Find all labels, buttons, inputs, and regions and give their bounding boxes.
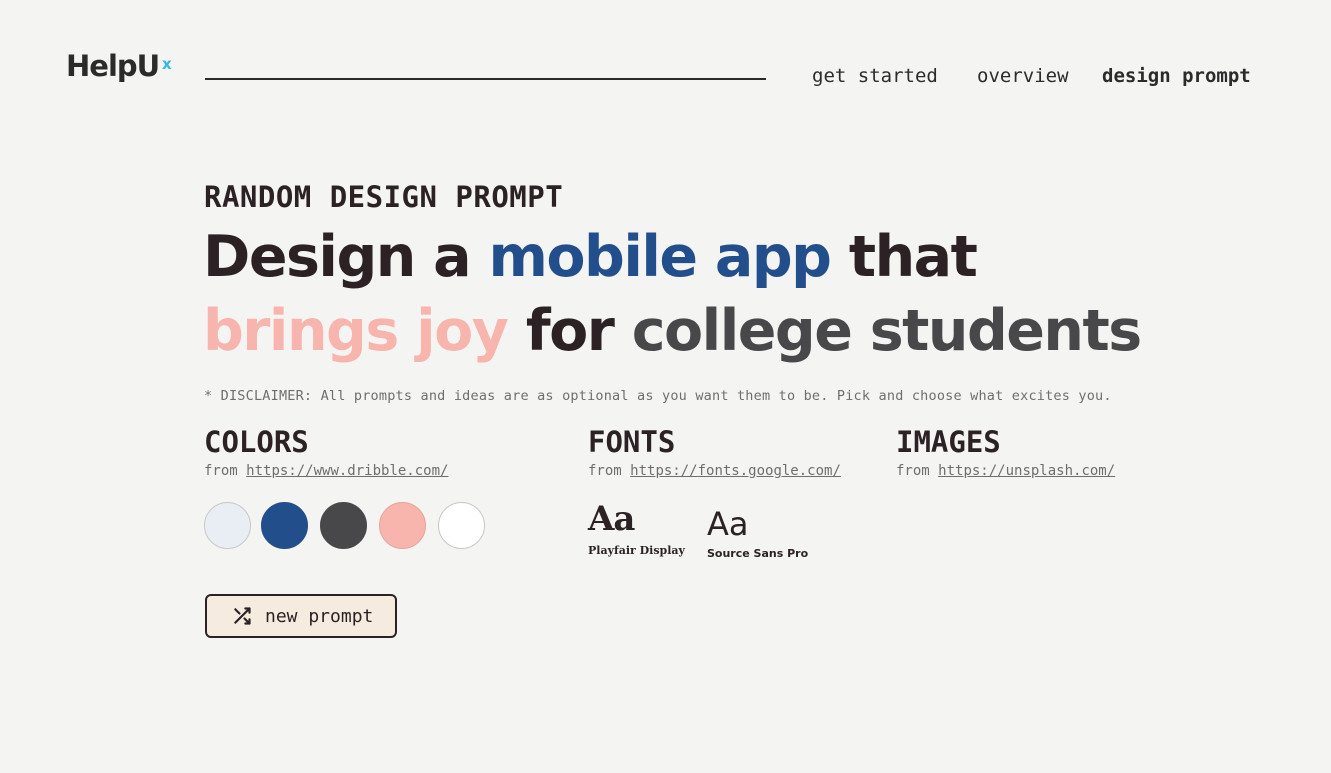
headline-part-medium: mobile app xyxy=(488,224,832,290)
fonts-source: from https://fonts.google.com/ xyxy=(588,463,841,479)
font-sample: Aa xyxy=(707,505,749,543)
images-from-label: from xyxy=(896,463,930,479)
nav-get-started[interactable]: get started xyxy=(812,65,938,87)
font-name: Source Sans Pro xyxy=(707,547,809,560)
color-swatch-2[interactable] xyxy=(261,502,308,549)
nav-overview[interactable]: overview xyxy=(977,65,1069,87)
images-source: from https://unsplash.com/ xyxy=(896,463,1115,479)
section-eyebrow: RANDOM DESIGN PROMPT xyxy=(204,180,564,214)
headline-part-audience: college students xyxy=(631,298,1142,364)
font-card-playfair[interactable]: Aa Playfair Display xyxy=(588,500,685,557)
fonts-title: FONTS xyxy=(588,425,676,459)
colors-from-label: from xyxy=(204,463,238,479)
disclaimer: * DISCLAIMER: All prompts and ideas are … xyxy=(204,388,1112,404)
logo-text: HelpU xyxy=(66,49,160,83)
nav-design-prompt[interactable]: design prompt xyxy=(1102,65,1251,87)
logo[interactable]: HelpU x xyxy=(66,49,172,83)
headline-part-goal: brings joy xyxy=(203,298,509,364)
headline-part-for: for xyxy=(507,298,632,364)
logo-superscript: x xyxy=(162,55,172,73)
headline-part-that: that xyxy=(830,224,978,290)
color-swatch-3[interactable] xyxy=(320,502,367,549)
font-name: Playfair Display xyxy=(588,544,685,557)
colors-title: COLORS xyxy=(204,425,309,459)
color-swatch-4[interactable] xyxy=(379,502,426,549)
color-swatch-5[interactable] xyxy=(438,502,485,549)
new-prompt-label: new prompt xyxy=(265,605,374,627)
colors-source: from https://www.dribble.com/ xyxy=(204,463,448,479)
font-sample: Aa xyxy=(588,499,635,539)
colors-source-link[interactable]: https://www.dribble.com/ xyxy=(246,463,448,479)
new-prompt-button[interactable]: new prompt xyxy=(205,594,397,638)
images-source-link[interactable]: https://unsplash.com/ xyxy=(938,463,1115,479)
font-card-source-sans[interactable]: Aa Source Sans Pro xyxy=(707,500,808,560)
headline-part-design: Design a xyxy=(203,224,489,290)
fonts-source-link[interactable]: https://fonts.google.com/ xyxy=(630,463,841,479)
images-title: IMAGES xyxy=(896,425,1001,459)
fonts-from-label: from xyxy=(588,463,622,479)
prompt-headline: Design a mobile app that brings joy for c… xyxy=(203,220,1313,368)
header-divider xyxy=(205,78,766,80)
color-swatch-1[interactable] xyxy=(204,502,251,549)
shuffle-icon xyxy=(234,607,251,625)
